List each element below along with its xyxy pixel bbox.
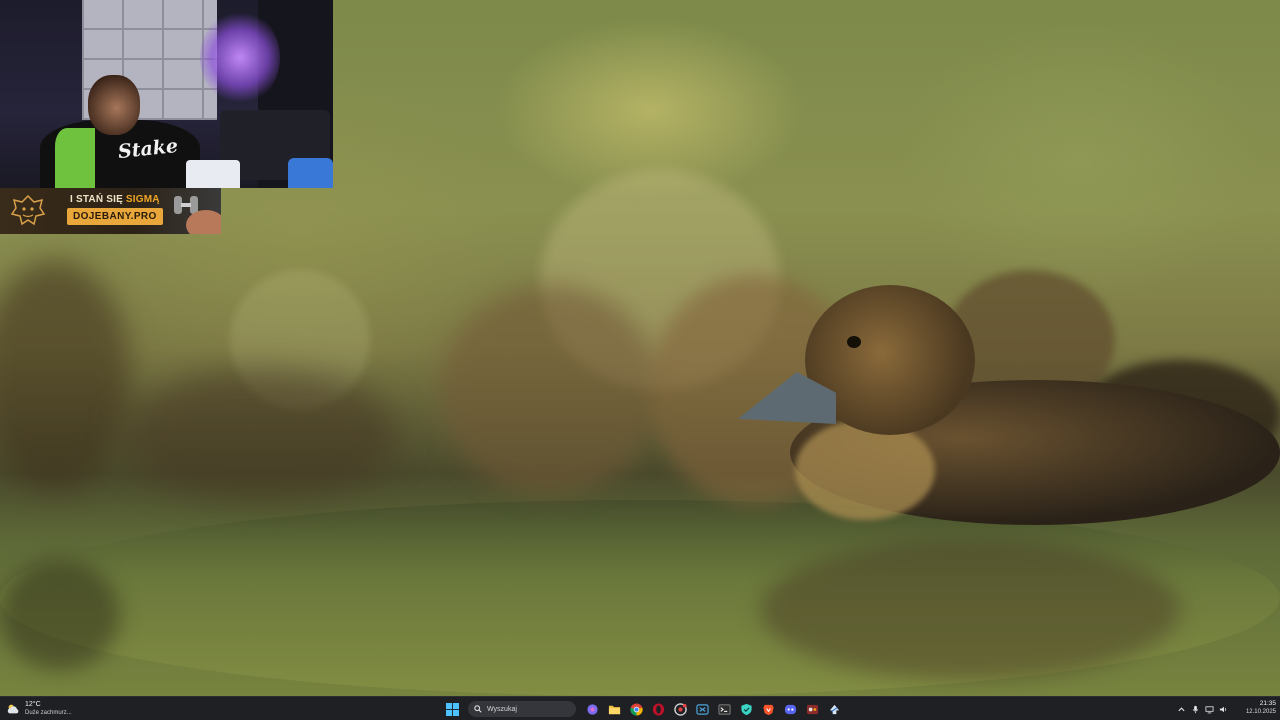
opera-button[interactable] [649,700,667,718]
media-button[interactable] [803,700,821,718]
sponsor-url: DOJEBANY.PRO [67,208,163,225]
clock-time: 21:35 [1259,700,1276,707]
sponsor-tagline-prefix: I STAŃ SIĘ [70,194,126,205]
blurred-duckling [0,260,130,490]
taskbar-apps: Wyszukaj [443,697,843,720]
network-button[interactable] [1204,704,1215,715]
file-explorer-button[interactable] [605,700,623,718]
brave-button[interactable] [759,700,777,718]
sponsor-arm-image [186,210,221,234]
duckling-reflection [760,540,1180,680]
brave-icon [762,704,774,715]
steam-icon [829,704,839,714]
jersey-stripe [55,128,95,188]
streamer-head [88,75,140,135]
weather-condition: Duże zachmurz... [25,710,72,716]
start-button[interactable] [443,700,461,718]
windows-start-icon [445,702,459,716]
cloudy-weather-icon [7,704,19,714]
blurred-duckling [440,285,660,495]
chrome-button[interactable] [627,700,645,718]
chrome-icon [629,702,643,716]
copilot-icon [586,703,598,715]
duckling-reflection [0,560,120,670]
blurred-duckling [120,370,400,500]
vpn-button[interactable] [737,700,755,718]
sponsor-tagline-accent: SIGMĄ [125,194,160,205]
volume-icon [1219,706,1227,712]
discord-button[interactable] [781,700,799,718]
opera-icon [652,702,664,716]
taskbar: 12°C Duże zachmurz... Wyszukaj 21:35 12.… [0,696,1280,720]
media-icon [806,704,818,714]
sponsor-tagline: I STAŃ SIĘ SIGMĄ [70,194,160,205]
duckling-main-belly [795,420,935,520]
sponsor-banner: I STAŃ SIĘ SIGMĄ DOJEBANY.PRO [0,188,221,234]
app-button[interactable] [693,700,711,718]
chrome-beta-icon [673,702,687,716]
mug [186,160,240,188]
taskbar-clock[interactable]: 21:35 12.10.2025 [1236,700,1276,716]
towel [288,158,333,188]
webcam-overlay: Stake [0,0,333,188]
network-icon [1205,705,1214,713]
copilot-button[interactable] [583,700,601,718]
steam-button[interactable] [825,700,843,718]
chevron-up-icon [1178,706,1185,711]
discord-icon [784,704,796,714]
show-hidden-icons-button[interactable] [1176,704,1187,715]
app-icon [695,703,709,715]
vpn-shield-icon [740,703,752,715]
neon-plant [200,10,280,105]
search-placeholder: Wyszukaj [487,705,517,713]
search-icon [474,705,482,713]
system-tray [1176,697,1229,720]
sponsor-logo-icon [10,194,46,226]
microphone-button[interactable] [1190,704,1201,715]
microphone-icon [1192,705,1199,713]
clock-date: 12.10.2025 [1245,709,1276,715]
weather-widget[interactable]: 12°C Duże zachmurz... [6,699,72,719]
duckling-eye [847,336,861,348]
taskbar-search[interactable]: Wyszukaj [468,701,576,717]
chrome-beta-button[interactable] [671,700,689,718]
weather-temperature: 12°C [25,701,41,708]
terminal-icon [718,703,730,715]
volume-button[interactable] [1218,704,1229,715]
terminal-button[interactable] [715,700,733,718]
file-explorer-icon [608,705,620,714]
